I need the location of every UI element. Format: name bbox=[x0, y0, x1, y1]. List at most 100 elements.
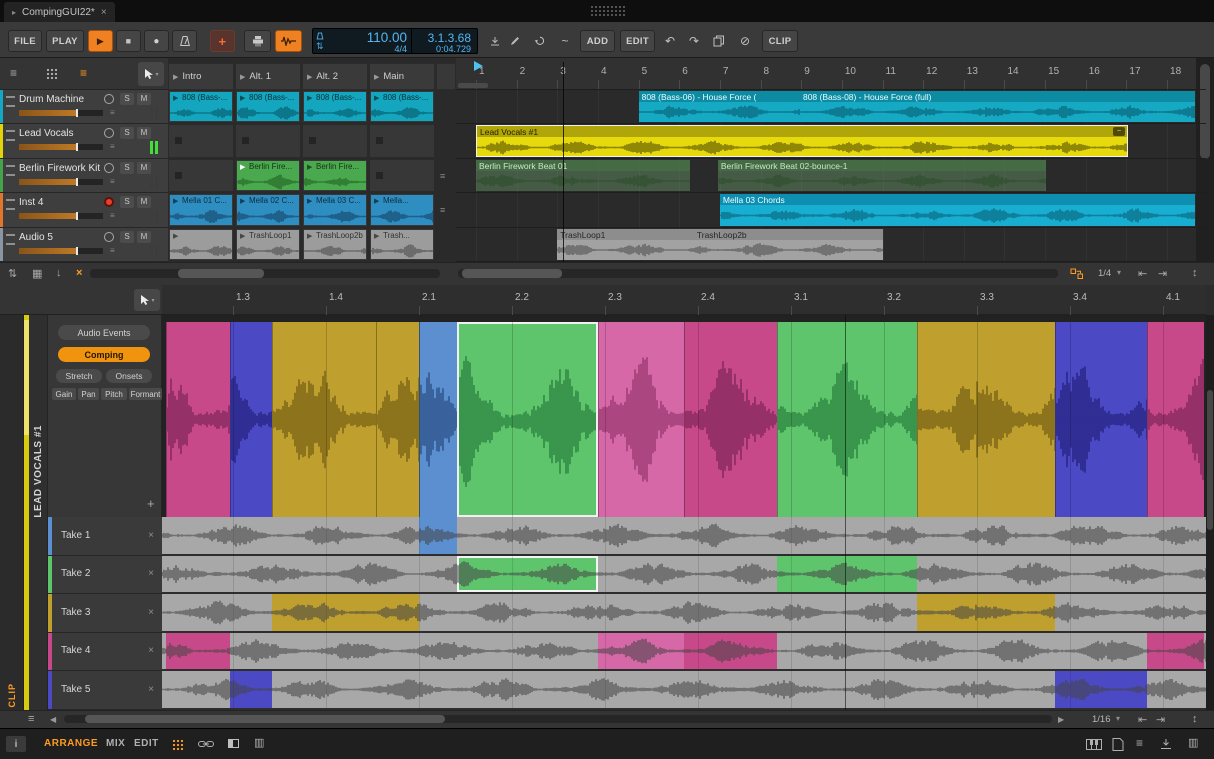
launcher-clip[interactable]: ▶Mella 01 C... bbox=[170, 195, 232, 225]
scene-header[interactable]: ▶Alt. 1 bbox=[235, 63, 301, 90]
take-header[interactable]: Take 4× bbox=[48, 633, 162, 671]
stop-button[interactable]: ■ bbox=[116, 30, 141, 52]
stack-icon[interactable]: ≡ bbox=[1136, 736, 1143, 750]
launcher-clip[interactable]: ▶Berlin Fire... bbox=[304, 161, 366, 190]
volume-slider[interactable] bbox=[19, 248, 103, 254]
clip-slot[interactable]: ▶ bbox=[168, 228, 234, 261]
undo-button[interactable]: ↶ bbox=[660, 30, 680, 52]
take-lane[interactable] bbox=[162, 594, 1206, 633]
take-lane[interactable] bbox=[162, 633, 1206, 671]
arrange-tab[interactable]: ARRANGE bbox=[44, 738, 98, 749]
comp-segment[interactable] bbox=[272, 322, 376, 517]
clip-slot[interactable]: ▶Berlin Fire... bbox=[302, 159, 368, 192]
zoom-fit-left-icon[interactable]: ⇤ bbox=[1138, 267, 1147, 280]
clip-slot[interactable]: ▶808 (Bass-... bbox=[302, 90, 368, 123]
dots-grid-icon[interactable] bbox=[172, 739, 184, 750]
launcher-clip[interactable]: ▶Mella 02 C... bbox=[237, 195, 299, 225]
volume-slider[interactable] bbox=[19, 144, 103, 150]
comp-segment[interactable] bbox=[457, 322, 598, 517]
arranger-tool-button[interactable]: ▾ bbox=[138, 62, 164, 86]
launcher-clip[interactable]: ▶Trash... bbox=[371, 230, 433, 259]
comp-segment[interactable] bbox=[166, 322, 230, 517]
mute-button[interactable]: M bbox=[137, 93, 151, 105]
transport-display[interactable]: ⇅ 110.00 4/4 3.1.3.68 0:04.729 bbox=[312, 28, 478, 54]
arranger-clip[interactable]: Mella 03 Chords bbox=[720, 194, 1196, 226]
editor-vscrollbar-handle[interactable] bbox=[1207, 390, 1213, 530]
remove-take-button[interactable]: × bbox=[148, 607, 154, 618]
take-lane[interactable] bbox=[162, 517, 1206, 556]
track-menu-icon[interactable]: ≡ bbox=[110, 142, 115, 152]
launcher-clip[interactable]: ▶Mella 03 C... bbox=[304, 195, 366, 225]
stop-button[interactable] bbox=[242, 137, 249, 144]
launcher-clip[interactable]: ▶TrashLoop1 bbox=[237, 230, 299, 259]
comp-segment[interactable] bbox=[1055, 322, 1147, 517]
timeline-hscrollbar-handle[interactable] bbox=[462, 269, 562, 278]
clip-slot[interactable] bbox=[168, 159, 234, 192]
formant-button[interactable]: Formant bbox=[129, 388, 162, 400]
play-button[interactable]: ▶ bbox=[88, 30, 113, 52]
scroll-right-icon[interactable]: ▶ bbox=[1058, 715, 1064, 724]
clip-slot[interactable]: ▶Mella 01 C... bbox=[168, 193, 234, 227]
record-arm-button[interactable] bbox=[104, 232, 114, 242]
header-hscrollbar[interactable] bbox=[90, 269, 440, 278]
solo-button[interactable]: S bbox=[120, 231, 134, 243]
comp-segment[interactable] bbox=[598, 322, 684, 517]
scroll-left-icon[interactable]: ◀ bbox=[50, 715, 56, 724]
solo-button[interactable]: S bbox=[120, 93, 134, 105]
volume-handle[interactable] bbox=[76, 247, 78, 255]
clip-slot[interactable]: ▶Mella 03 C... bbox=[302, 193, 368, 227]
info-button[interactable]: i bbox=[6, 736, 26, 752]
volume-slider[interactable] bbox=[19, 110, 103, 116]
solo-button[interactable]: S bbox=[120, 162, 134, 174]
stop-button[interactable] bbox=[376, 137, 383, 144]
launcher-clip[interactable]: ▶808 (Bass-... bbox=[371, 92, 433, 121]
tempo-value[interactable]: 110.00 bbox=[367, 30, 407, 45]
panel-toggle-icon[interactable] bbox=[228, 739, 239, 748]
arranger-clip[interactable]: 808 (Bass-08) - House Force (full) bbox=[800, 91, 1196, 122]
comp-segment[interactable] bbox=[419, 322, 457, 517]
ruler-mini-scrollbar[interactable] bbox=[458, 83, 488, 88]
arranger-zoom-label[interactable]: 1/4 bbox=[1098, 268, 1111, 279]
arranger-clip[interactable]: 808 (Bass-06) - House Force ( bbox=[639, 91, 800, 122]
launcher-clip[interactable]: ▶TrashLoop2b bbox=[304, 230, 366, 259]
volume-handle[interactable] bbox=[76, 109, 78, 117]
redo-button[interactable]: ↷ bbox=[684, 30, 704, 52]
remove-take-button[interactable]: × bbox=[148, 530, 154, 541]
remove-take-button[interactable]: × bbox=[148, 645, 154, 656]
editor-ruler[interactable] bbox=[162, 285, 1206, 315]
clip-slot[interactable]: ▶Mella 02 C... bbox=[235, 193, 301, 227]
remove-take-button[interactable]: × bbox=[148, 568, 154, 579]
launcher-clip[interactable]: ▶Berlin Fire... bbox=[237, 161, 299, 190]
add-take-button[interactable]: + bbox=[147, 496, 155, 511]
take-header[interactable]: Take 1× bbox=[48, 517, 162, 556]
comping-button[interactable]: Comping bbox=[58, 347, 150, 362]
clip-slot[interactable]: ▶TrashLoop2b bbox=[302, 228, 368, 261]
clip-slot[interactable]: ▶Mella... bbox=[369, 193, 435, 227]
record-arm-button[interactable] bbox=[104, 197, 114, 207]
solo-button[interactable]: S bbox=[120, 127, 134, 139]
clip-slot[interactable] bbox=[302, 124, 368, 158]
arranger-clip[interactable]: TrashLoop2b bbox=[694, 229, 883, 260]
metronome-button[interactable] bbox=[172, 30, 197, 52]
take-lanes-icon[interactable]: ≡ bbox=[28, 713, 34, 725]
launcher-clip[interactable]: ▶Mella... bbox=[371, 195, 433, 225]
take-header[interactable]: Take 3× bbox=[48, 594, 162, 633]
zoom-fit-left-icon[interactable]: ⇤ bbox=[1138, 713, 1147, 726]
editor-hscrollbar[interactable] bbox=[64, 715, 1052, 723]
pencil-tool-button[interactable] bbox=[506, 30, 524, 52]
volume-handle[interactable] bbox=[76, 212, 78, 220]
take-header[interactable]: Take 5× bbox=[48, 671, 162, 710]
editor-vscrollbar[interactable] bbox=[1206, 315, 1214, 710]
mix-tab[interactable]: MIX bbox=[106, 738, 125, 749]
clip-slot[interactable]: ▶808 (Bass-... bbox=[369, 90, 435, 123]
track-lane-options-icon[interactable]: ≡ bbox=[440, 171, 445, 181]
track-header[interactable]: Drum MachineSM≡ bbox=[0, 90, 168, 124]
timeline-hscrollbar[interactable] bbox=[458, 269, 1058, 278]
track-header[interactable]: Audio 5SM≡ bbox=[0, 228, 168, 262]
loop-button[interactable] bbox=[528, 30, 552, 52]
clip-slot[interactable]: ▶TrashLoop1 bbox=[235, 228, 301, 261]
record-arm-button[interactable] bbox=[104, 128, 114, 138]
take-lane[interactable] bbox=[162, 556, 1206, 594]
mute-button[interactable]: M bbox=[137, 162, 151, 174]
track-menu-icon[interactable]: ≡ bbox=[110, 246, 115, 256]
